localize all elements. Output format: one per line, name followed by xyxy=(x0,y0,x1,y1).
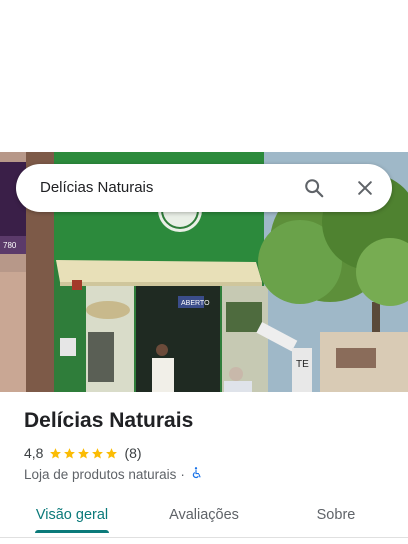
star-icon xyxy=(106,447,118,458)
star-icon xyxy=(50,447,62,458)
tab-about[interactable]: Sobre xyxy=(296,496,376,534)
map-top-area xyxy=(0,0,408,152)
svg-text:TE: TE xyxy=(296,359,309,370)
place-tabs: Visão geral Avaliações Sobre xyxy=(0,496,408,536)
active-tab-indicator xyxy=(35,530,109,533)
place-title: Delícias Naturais xyxy=(24,409,194,432)
place-category: Loja de produtos naturais xyxy=(24,466,177,482)
wheelchair-icon xyxy=(189,466,203,483)
phone-fragment-text: 780 xyxy=(3,241,17,250)
rating-row[interactable]: 4,8 (8) xyxy=(24,444,142,462)
category-row: Loja de produtos naturais · xyxy=(24,465,203,483)
star-icon xyxy=(92,447,104,458)
tab-overview-label: Visão geral xyxy=(35,507,109,523)
search-icon[interactable] xyxy=(302,176,326,200)
open-sign-text: ABERTO xyxy=(181,300,210,307)
star-rating xyxy=(49,447,119,460)
search-bar[interactable]: Delícias Naturais xyxy=(16,164,392,212)
review-count[interactable]: (8) xyxy=(124,445,141,461)
tab-reviews-label: Avaliações xyxy=(169,507,239,523)
star-icon xyxy=(64,447,76,458)
tabs-divider xyxy=(0,537,408,538)
tab-overview[interactable]: Visão geral xyxy=(24,496,120,534)
tab-about-label: Sobre xyxy=(316,507,356,523)
close-icon[interactable] xyxy=(353,176,377,200)
separator-dot: · xyxy=(180,466,185,482)
star-icon xyxy=(78,447,90,458)
tab-reviews[interactable]: Avaliações xyxy=(156,496,252,534)
search-input[interactable]: Delícias Naturais xyxy=(40,179,153,196)
rating-value: 4,8 xyxy=(24,445,44,461)
